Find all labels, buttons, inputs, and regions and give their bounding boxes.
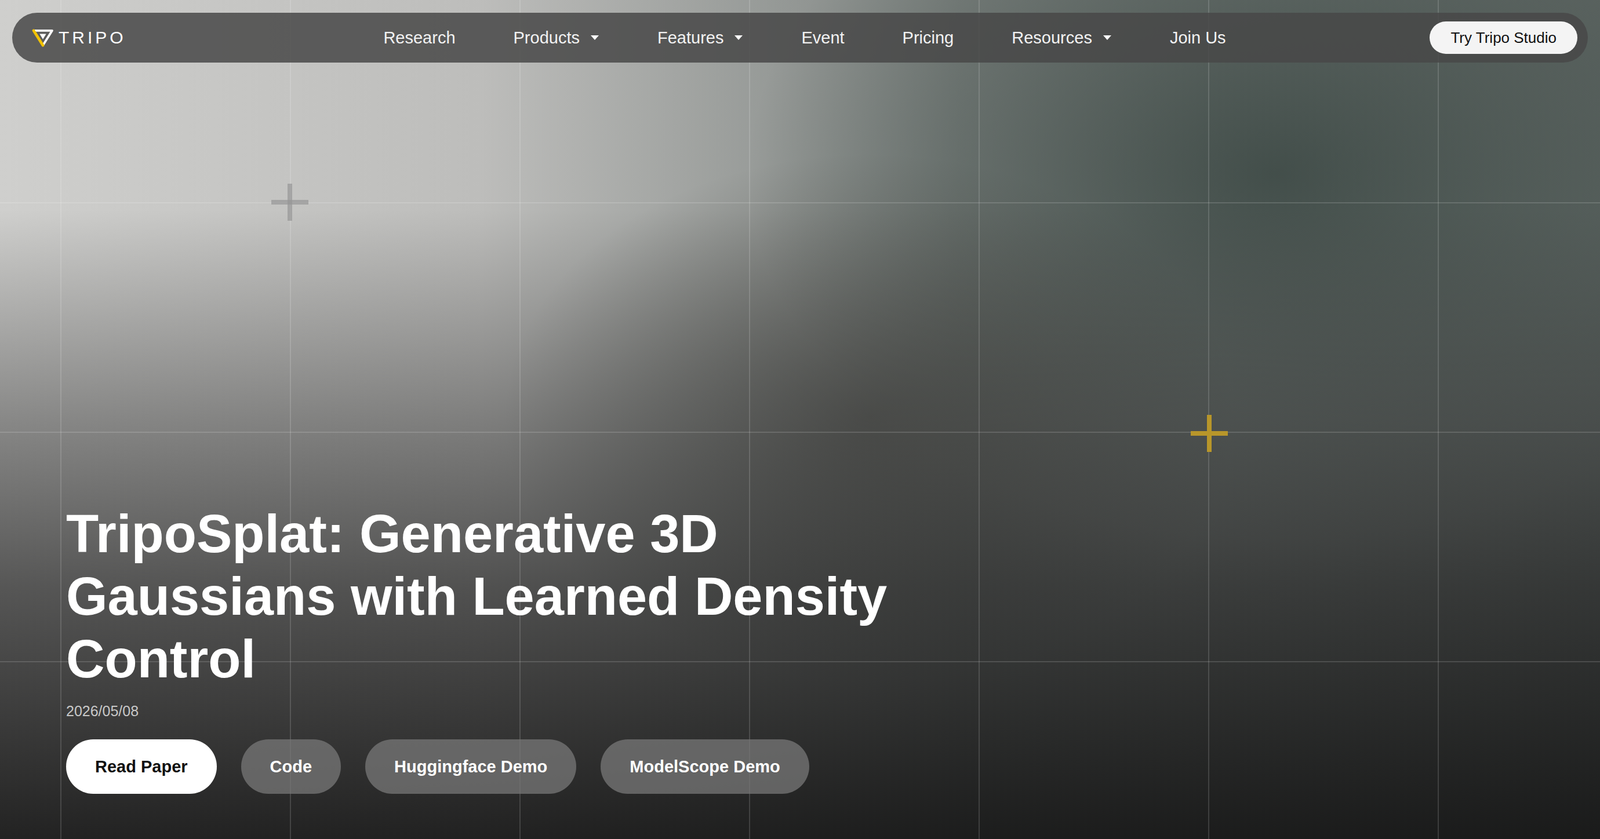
nav-item[interactable]: Join Us: [1169, 28, 1227, 48]
tripo-logo-icon: [31, 28, 54, 47]
nav-menu: Research Products Features Event Pricing Reso…: [383, 28, 1226, 48]
dropdown-caret-icon: [733, 34, 744, 41]
logo[interactable]: TRIPO: [31, 27, 384, 48]
publish-date: 2026/05/08: [66, 703, 1600, 720]
nav-item[interactable]: Resources: [1011, 28, 1112, 48]
nav-label: Research: [383, 28, 456, 48]
nav-label: Event: [801, 28, 845, 48]
nav-item[interactable]: Research: [383, 28, 456, 48]
hero-background-image: [0, 0, 1600, 839]
hero-buttons: Read Paper Code Huggingface Demo ModelScope…: [66, 739, 1600, 795]
nav-label: Join Us: [1169, 28, 1227, 48]
nav-item[interactable]: Products: [513, 28, 600, 48]
plus-icon: [1190, 415, 1228, 453]
hero-button[interactable]: Code: [241, 739, 342, 795]
cta-area: Try Tripo Studio: [1226, 21, 1578, 54]
nav-item[interactable]: Event: [801, 28, 845, 48]
try-studio-button[interactable]: Try Tripo Studio: [1429, 21, 1578, 54]
hero-button[interactable]: Read Paper: [66, 739, 217, 795]
hero-title: TripoSplat: Generative 3D Gaussians with…: [66, 502, 890, 691]
nav-label: Products: [513, 28, 580, 48]
navbar: TRIPO Research Products Features Event Pricin…: [12, 12, 1588, 63]
nav-item[interactable]: Features: [657, 28, 744, 48]
hero-button[interactable]: Huggingface Demo: [365, 739, 577, 795]
grid-overlay: [0, 0, 1600, 839]
dropdown-caret-icon: [1102, 34, 1112, 41]
nav-label: Features: [657, 28, 724, 48]
plus-icon: [271, 183, 309, 221]
dropdown-caret-icon: [590, 34, 600, 41]
nav-label: Resources: [1011, 28, 1093, 48]
hero-page: TRIPO Research Products Features Event Pricin…: [0, 0, 1600, 839]
hero-button[interactable]: ModelScope Demo: [600, 739, 809, 795]
hero-content: TripoSplat: Generative 3D Gaussians with…: [0, 502, 1600, 839]
nav-label: Pricing: [902, 28, 955, 48]
nav-item[interactable]: Pricing: [902, 28, 955, 48]
logo-text: TRIPO: [58, 27, 127, 48]
